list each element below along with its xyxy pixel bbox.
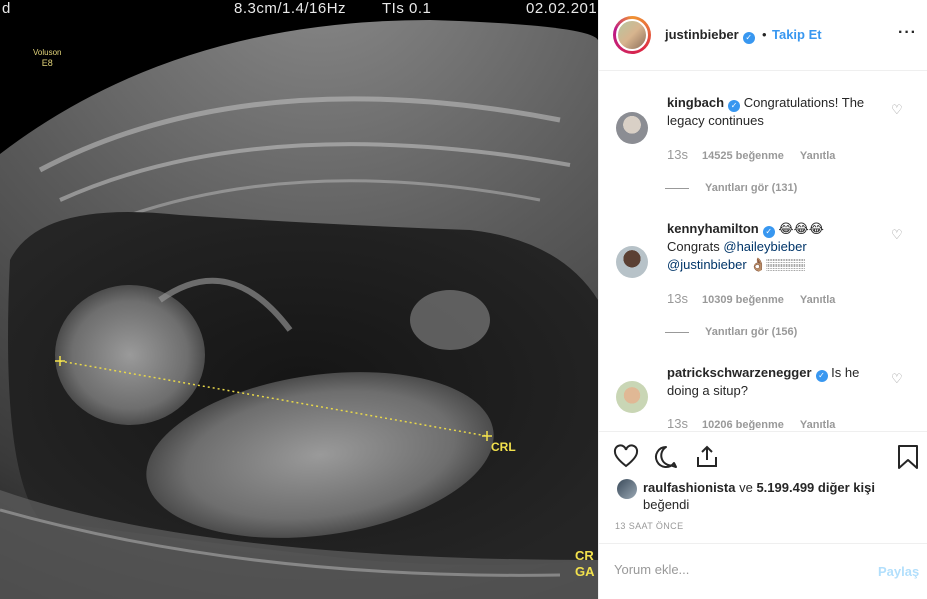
- comment-body: Congrats: [667, 239, 720, 254]
- view-replies-label[interactable]: Yanıtları gör (131): [705, 182, 797, 194]
- comment-avatar[interactable]: [616, 112, 648, 144]
- reply-button[interactable]: Yanıtla: [800, 419, 835, 430]
- comment-meta: 13s 10309 beğenme Yanıtla: [667, 291, 851, 306]
- comment-emoji: 😂😂😂: [778, 221, 824, 236]
- comment-box: Paylaş: [599, 543, 927, 599]
- probe-name: Voluson: [33, 48, 62, 57]
- probe-label: Voluson E8: [33, 47, 61, 69]
- replies-line: [665, 331, 689, 333]
- reply-button[interactable]: Yanıtla: [800, 150, 835, 162]
- bookmark-icon[interactable]: [895, 444, 921, 470]
- comment-like-icon[interactable]: ♡: [891, 102, 903, 118]
- liker-username[interactable]: raulfashionista: [643, 480, 735, 495]
- comment-text: patrickschwarzenegger ✓ Is he doing a sit…: [667, 364, 877, 400]
- verified-icon: ✓: [762, 226, 775, 238]
- comment-like-icon[interactable]: ♡: [891, 371, 903, 387]
- comment-username[interactable]: patrickschwarzenegger: [667, 365, 812, 380]
- comment-text: kennyhamilton ✓ 😂😂😂 Congrats @haileybiebe…: [667, 220, 877, 274]
- crl-label: CRL: [491, 440, 516, 454]
- likes-connector: ve: [739, 480, 753, 495]
- more-dots-icon[interactable]: ···: [898, 24, 917, 42]
- verified-icon: ✓: [815, 370, 828, 382]
- verified-icon: ✓: [742, 32, 755, 44]
- action-bar: [599, 431, 927, 481]
- comment-time[interactable]: 13s: [667, 147, 688, 162]
- comment-input[interactable]: [614, 562, 854, 577]
- scan-tis: TIs 0.1: [382, 0, 432, 17]
- measure-corner: CR GA: [575, 548, 595, 580]
- header-username[interactable]: justinbieber: [665, 27, 739, 42]
- comment-time[interactable]: 13s: [667, 416, 688, 430]
- comment-meta: 13s 14525 beğenme Yanıtla: [667, 147, 851, 162]
- post-comment-button[interactable]: Paylaş: [878, 564, 919, 579]
- liker-avatar[interactable]: [617, 479, 637, 499]
- verified-icon: ✓: [728, 100, 741, 112]
- view-replies-label[interactable]: Yanıtları gör (156): [705, 326, 797, 338]
- likes-line: raulfashionista ve 5.199.499 diğer kişi: [643, 479, 875, 497]
- comment-meta: 13s 10206 beğenme Yanıtla: [667, 416, 851, 430]
- header-username-row: justinbieber ✓: [665, 27, 755, 44]
- comment-likes[interactable]: 10309 beğenme: [702, 294, 784, 306]
- post-header: justinbieber ✓ • Takip Et ···: [599, 0, 927, 71]
- scan-date: 02.02.201: [526, 0, 598, 17]
- avatar[interactable]: [616, 19, 648, 51]
- view-replies[interactable]: Yanıtları gör (156): [665, 326, 797, 338]
- comments-list[interactable]: kingbach ✓ Congratulations! The legacy co…: [599, 72, 927, 430]
- probe-model: E8: [41, 58, 53, 68]
- share-icon[interactable]: [694, 444, 720, 470]
- comment-username[interactable]: kingbach: [667, 95, 724, 110]
- corner-line-2: GA: [575, 564, 595, 579]
- comment-icon[interactable]: [653, 444, 679, 470]
- post-timestamp[interactable]: 13 SAAT ÖNCE: [615, 521, 684, 531]
- scan-params: 8.3cm/1.4/16Hz: [234, 0, 347, 17]
- comment-like-icon[interactable]: ♡: [891, 227, 903, 243]
- scan-label-left: d: [2, 0, 11, 17]
- comment-time[interactable]: 13s: [667, 291, 688, 306]
- likes-others[interactable]: 5.199.499 diğer kişi: [756, 480, 875, 495]
- comment-likes[interactable]: 14525 beğenme: [702, 150, 784, 162]
- comment-text: kingbach ✓ Congratulations! The legacy co…: [667, 94, 877, 130]
- comment-username[interactable]: kennyhamilton: [667, 221, 759, 236]
- replies-line: [665, 187, 689, 189]
- reply-button[interactable]: Yanıtla: [800, 294, 835, 306]
- header-dot: •: [762, 27, 767, 42]
- comment-likes[interactable]: 10206 beğenme: [702, 419, 784, 430]
- corner-line-1: CR: [575, 548, 594, 563]
- heart-icon[interactable]: [613, 444, 639, 470]
- mention-link[interactable]: @haileybieber: [723, 239, 806, 254]
- mention-link[interactable]: @justinbieber: [667, 257, 747, 272]
- story-ring[interactable]: [613, 16, 651, 54]
- follow-button[interactable]: Takip Et: [772, 27, 822, 42]
- comment-emoji-suffix: 👌🏽🏽🏽🏽: [750, 257, 806, 272]
- post-image[interactable]: d 8.3cm/1.4/16Hz TIs 0.1 02.02.201 Volus…: [0, 0, 598, 599]
- ultrasound-scan: [0, 0, 598, 599]
- comment-avatar[interactable]: [616, 381, 648, 413]
- view-replies[interactable]: Yanıtları gör (131): [665, 182, 797, 194]
- comment-avatar[interactable]: [616, 246, 648, 278]
- likes-suffix: beğendi: [643, 497, 690, 512]
- post-panel: justinbieber ✓ • Takip Et ··· kingbach ✓ C…: [598, 0, 927, 599]
